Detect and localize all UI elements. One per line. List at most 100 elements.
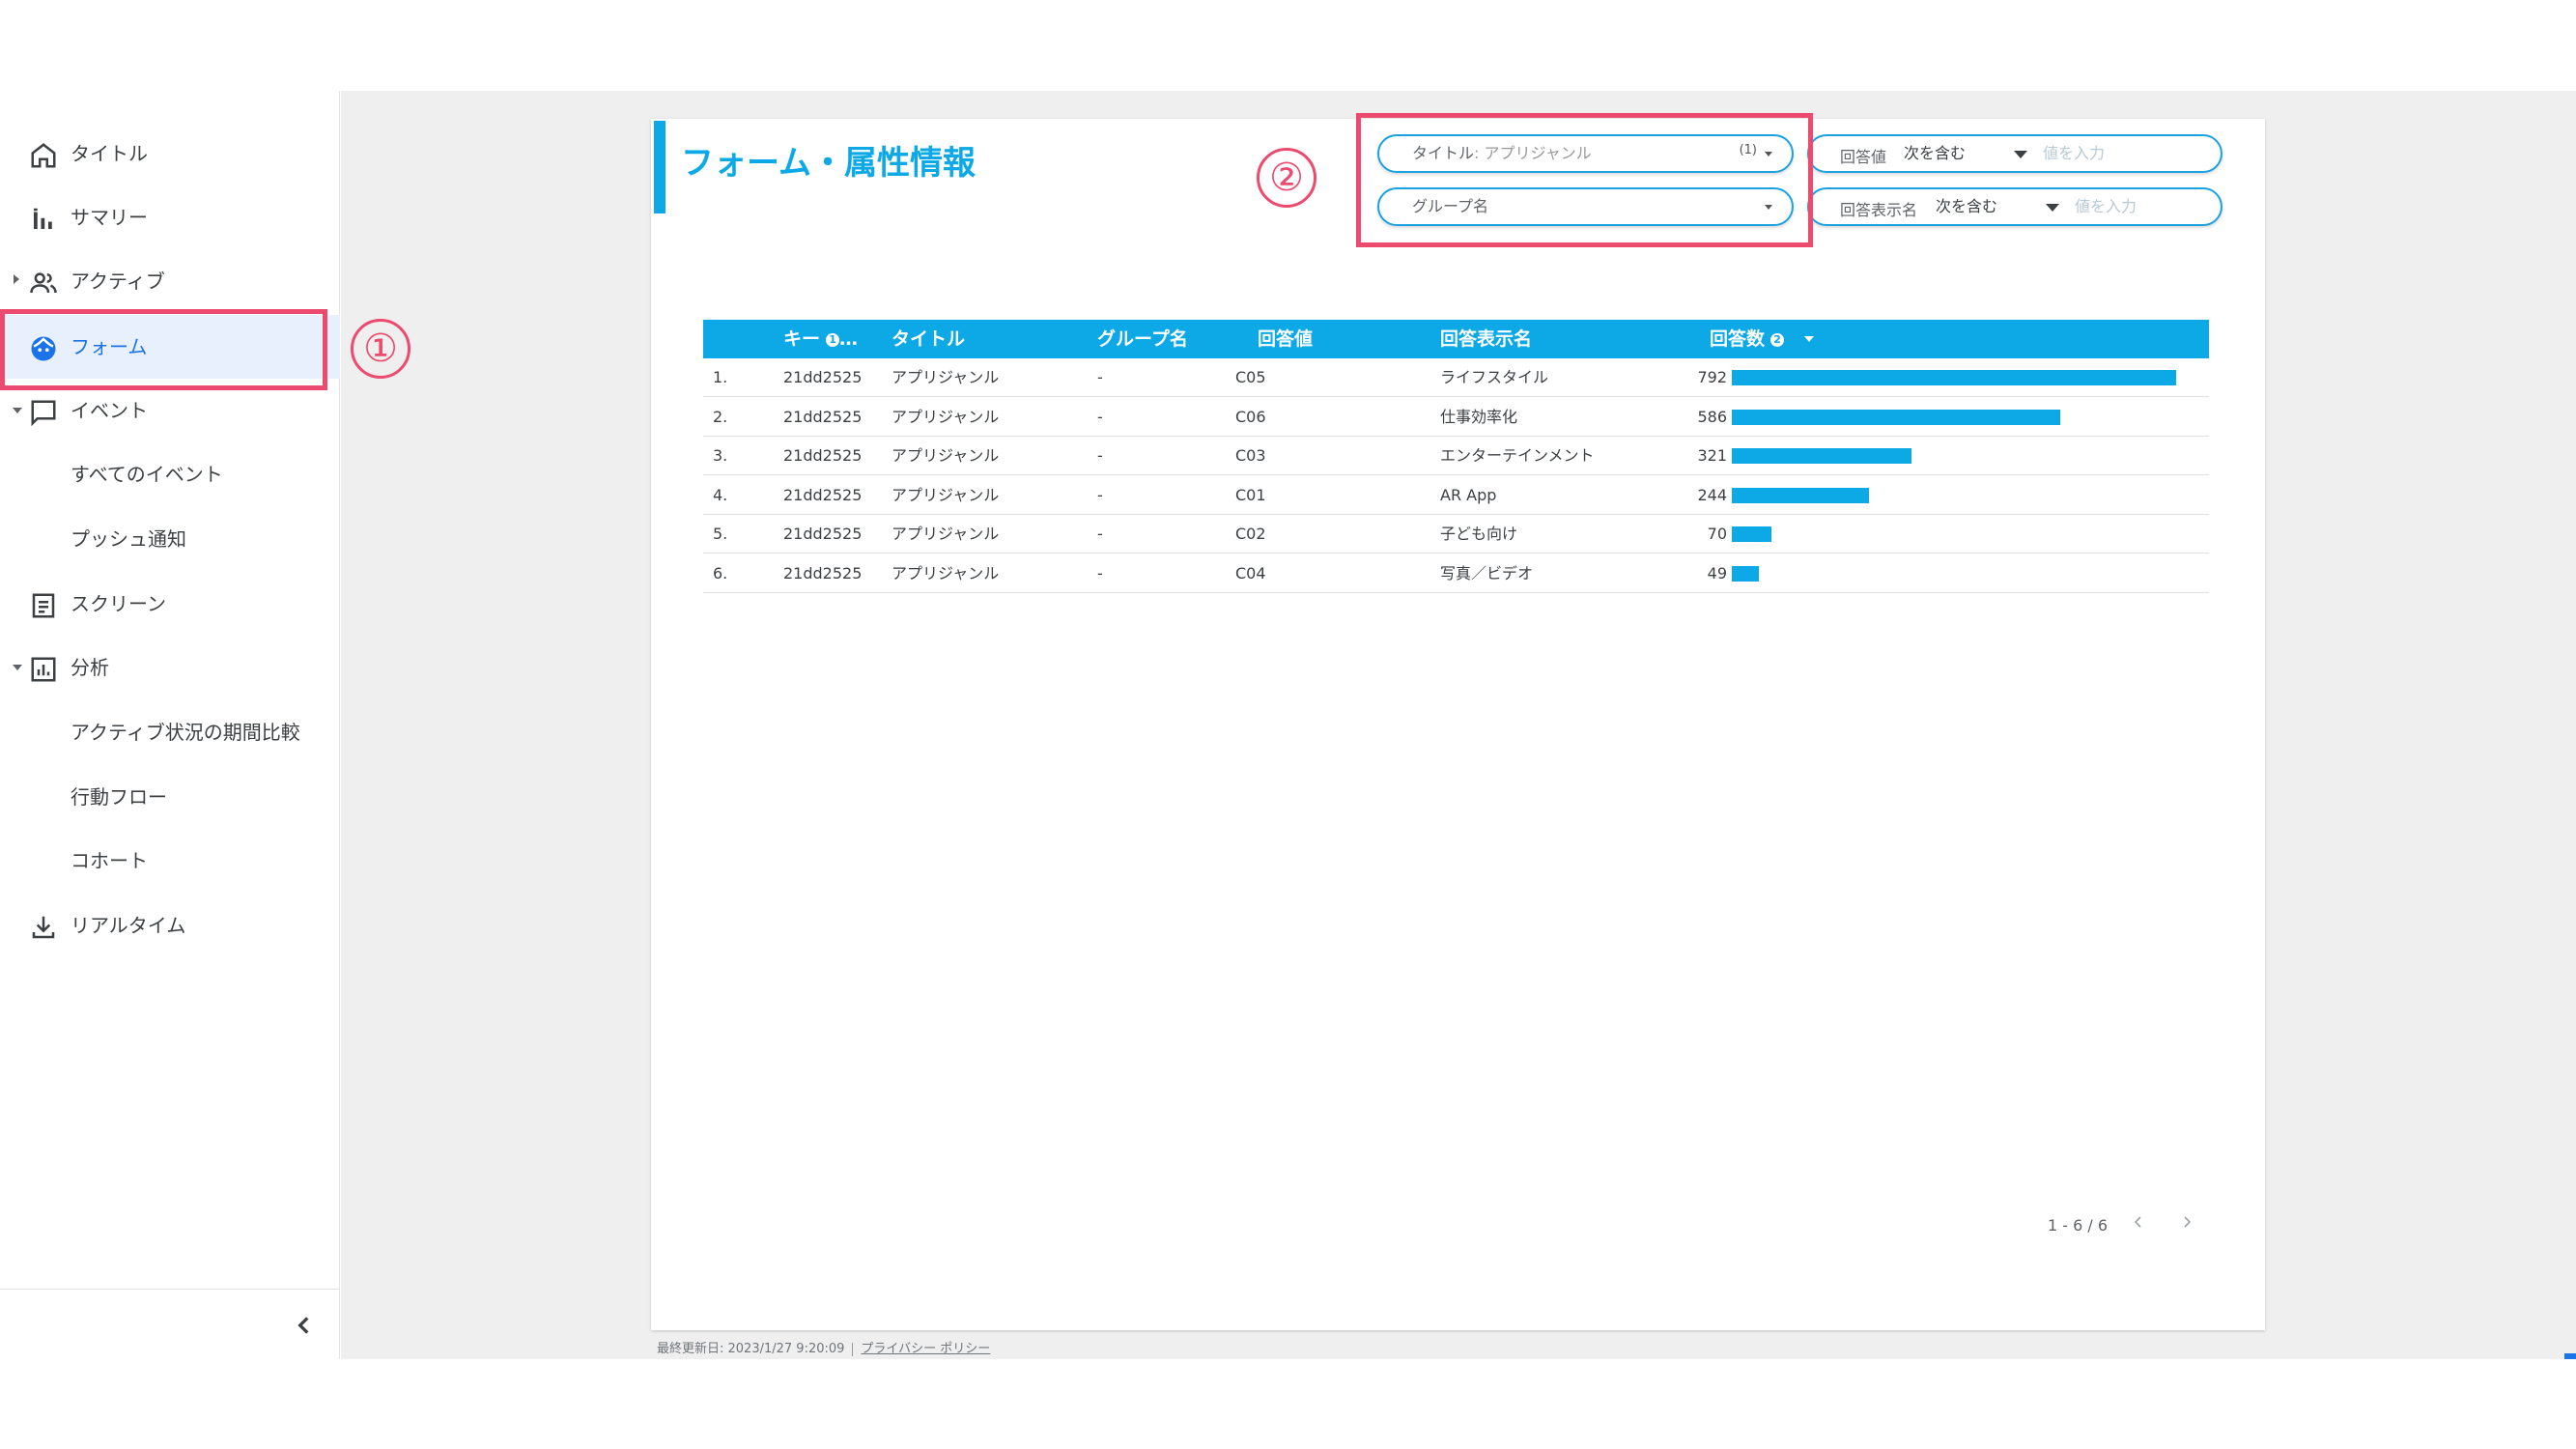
last-updated: 最終更新日: 2023/1/27 9:20:09 <box>657 1342 845 1356</box>
chevron-left-icon[interactable] <box>2133 1216 2144 1228</box>
table-row[interactable]: 5. 21dd2525 アプリジャンル - C02 子ども向け 70 <box>703 515 2209 554</box>
filter-input[interactable]: 値を入力 <box>2075 189 2137 224</box>
chevron-left-icon[interactable] <box>292 1313 317 1338</box>
answer-display-filter[interactable]: 回答表示名 次を含む 値を入力 <box>1807 187 2222 226</box>
chevron-down-icon[interactable] <box>2014 151 2027 158</box>
table-row[interactable]: 3. 21dd2525 アプリジャンル - C03 エンターテインメント 321 <box>703 437 2209 475</box>
cell-count: 792 <box>1697 368 1727 386</box>
cell-title: アプリジャンル <box>892 485 1000 504</box>
sort-descending-icon[interactable] <box>1804 336 1814 342</box>
highlight-box-1 <box>0 309 327 390</box>
row-index: 4. <box>713 485 728 504</box>
cell-group: - <box>1097 446 1103 465</box>
row-index: 6. <box>713 563 728 582</box>
sidebar-item-label: スクリーン <box>71 592 166 615</box>
filter-label: 回答値 <box>1840 148 1887 166</box>
column-header-count[interactable]: 回答数 2 <box>1710 320 1785 358</box>
sidebar-item-analysis[interactable]: 分析 <box>0 636 340 699</box>
report-page: フォーム・属性情報 タイトル: アプリジャンル (1) グループ名 回答値 次を… <box>651 119 2265 1330</box>
sidebar-item-label: アクティブ状況の期間比較 <box>71 721 300 744</box>
comment-icon <box>31 400 56 427</box>
column-header-group[interactable]: グループ名 <box>1097 320 1188 358</box>
corner-marker <box>2564 1353 2576 1359</box>
sidebar-item-label: すべてのイベント <box>71 463 223 486</box>
cell-display: 写真／ビデオ <box>1440 563 1534 582</box>
header-label: キー <box>783 328 821 350</box>
cell-title: アプリジャンル <box>892 525 1000 543</box>
pagination-label: 1 - 6 / 6 <box>2048 1216 2109 1235</box>
sidebar-item-label: 行動フロー <box>71 785 167 809</box>
column-header-title[interactable]: タイトル <box>892 320 965 358</box>
cell-key: 21dd2525 <box>783 525 863 543</box>
cell-count: 49 <box>1707 563 1727 582</box>
report-canvas: フォーム・属性情報 タイトル: アプリジャンル (1) グループ名 回答値 次を… <box>341 91 2576 1359</box>
filter-operator[interactable]: 次を含む <box>1904 136 1966 171</box>
annotation-number-2: ② <box>1257 148 1316 208</box>
filter-operator[interactable]: 次を含む <box>1936 189 1997 224</box>
cell-title: アプリジャンル <box>892 563 1000 582</box>
sidebar-item-label: タイトル <box>71 142 148 165</box>
sidebar-item-realtime[interactable]: リアルタイム <box>0 894 340 957</box>
chevron-right-icon[interactable] <box>2181 1216 2193 1228</box>
cell-value: C05 <box>1235 368 1266 386</box>
cell-group: - <box>1097 485 1103 504</box>
column-header-key[interactable]: キー 1… <box>783 320 858 358</box>
answer-value-filter[interactable]: 回答値 次を含む 値を入力 <box>1807 134 2222 173</box>
count-bar <box>1732 565 1759 582</box>
expand-arrow-icon[interactable] <box>14 274 19 284</box>
sidebar-item-title[interactable]: タイトル <box>0 122 340 185</box>
sidebar-item-label: リアルタイム <box>71 914 186 937</box>
row-index: 5. <box>713 525 728 543</box>
sidebar-item-push[interactable]: プッシュ通知 <box>0 507 340 571</box>
table-row[interactable]: 4. 21dd2525 アプリジャンル - C01 AR App 244 <box>703 476 2209 515</box>
cell-value: C02 <box>1235 525 1266 543</box>
annotation-number-1: ① <box>351 319 410 379</box>
count-bar <box>1732 526 1771 542</box>
collapse-arrow-icon[interactable] <box>13 408 22 413</box>
sidebar-footer <box>0 1289 340 1359</box>
cell-count: 70 <box>1707 525 1727 543</box>
sidebar-item-all-events[interactable]: すべてのイベント <box>0 442 340 506</box>
sidebar-item-summary[interactable]: サマリー <box>0 185 340 249</box>
page-title: フォーム・属性情報 <box>681 144 976 183</box>
cell-group: - <box>1097 368 1103 386</box>
table-header: キー 1… タイトル グループ名 回答値 回答表示名 回答数 2 <box>703 320 2209 358</box>
report-footer: 最終更新日: 2023/1/27 9:20:09 プライバシー ポリシー <box>657 1338 990 1356</box>
count-bar <box>1732 409 2060 425</box>
filter-input[interactable]: 値を入力 <box>2043 136 2105 171</box>
row-index: 1. <box>713 368 728 386</box>
collapse-arrow-icon[interactable] <box>13 665 22 670</box>
sidebar-item-period-compare[interactable]: アクティブ状況の期間比較 <box>0 700 340 764</box>
info-icon[interactable]: 1 <box>826 332 840 347</box>
sidebar-item-label: 分析 <box>71 656 109 679</box>
sidebar-item-screen[interactable]: スクリーン <box>0 572 340 636</box>
column-header-value[interactable]: 回答値 <box>1258 320 1313 358</box>
cell-value: C01 <box>1235 485 1266 504</box>
count-bar <box>1732 370 2176 385</box>
cell-key: 21dd2525 <box>783 407 863 426</box>
cell-key: 21dd2525 <box>783 368 863 386</box>
sidebar-item-cohort[interactable]: コホート <box>0 829 340 893</box>
cell-group: - <box>1097 525 1103 543</box>
table-row[interactable]: 6. 21dd2525 アプリジャンル - C04 写真／ビデオ 49 <box>703 554 2209 593</box>
cell-value: C04 <box>1235 563 1266 582</box>
sidebar: タイトル サマリー アクティブ フォーム イベント すべてのイベント プッシュ通… <box>0 91 340 1359</box>
info-icon[interactable]: 2 <box>1770 332 1785 347</box>
cell-key: 21dd2525 <box>783 563 863 582</box>
column-header-display[interactable]: 回答表示名 <box>1440 320 1532 358</box>
sidebar-item-active[interactable]: アクティブ <box>0 249 340 313</box>
app-root: タイトル サマリー アクティブ フォーム イベント すべてのイベント プッシュ通… <box>0 91 2576 1359</box>
chevron-down-icon[interactable] <box>2046 204 2059 212</box>
sidebar-item-behavior-flow[interactable]: 行動フロー <box>0 765 340 829</box>
cell-display: 仕事効率化 <box>1440 407 1518 426</box>
count-bar <box>1732 487 1869 503</box>
document-icon <box>32 593 55 618</box>
download-icon <box>32 916 55 939</box>
header-label: 回答数 <box>1710 328 1766 350</box>
cell-key: 21dd2525 <box>783 446 863 465</box>
table-row[interactable]: 2. 21dd2525 アプリジャンル - C06 仕事効率化 586 <box>703 398 2209 437</box>
privacy-policy-link[interactable]: プライバシー ポリシー <box>861 1342 990 1356</box>
sidebar-item-label: アクティブ <box>71 270 165 293</box>
table-row[interactable]: 1. 21dd2525 アプリジャンル - C05 ライフスタイル 792 <box>703 358 2209 397</box>
cell-value: C06 <box>1235 407 1266 426</box>
